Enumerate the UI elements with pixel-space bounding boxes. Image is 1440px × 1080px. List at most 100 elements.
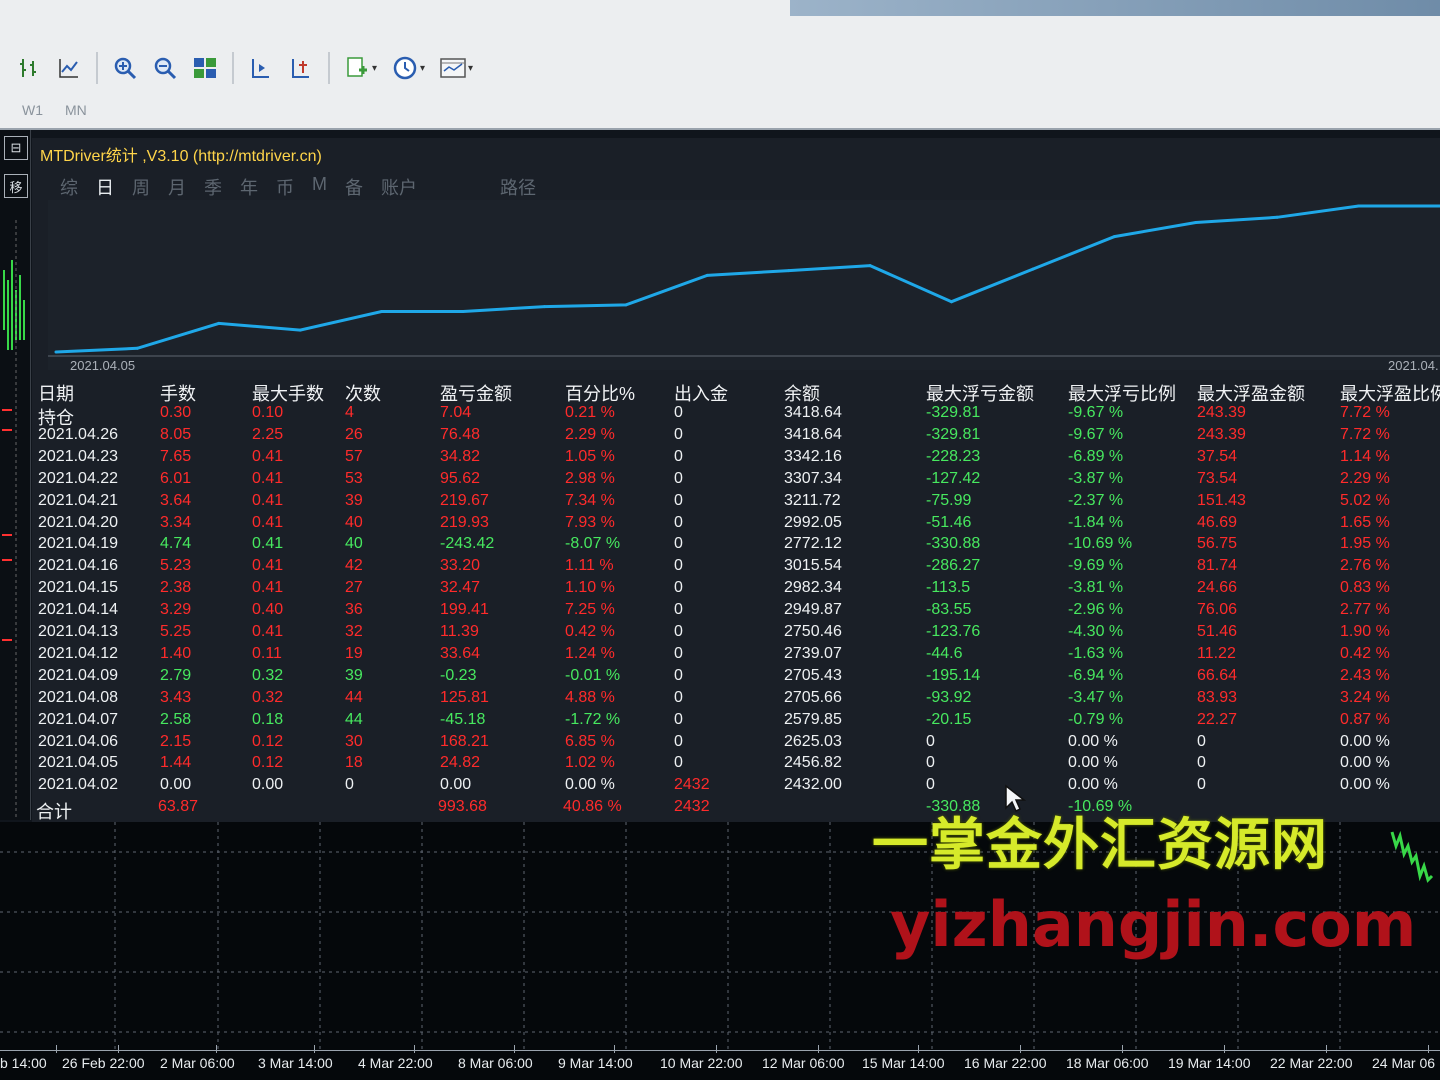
- time-tick-mark: [716, 1045, 717, 1053]
- table-cell: 2772.12: [784, 535, 842, 553]
- time-tick-label: 19 Mar 14:00: [1168, 1055, 1251, 1071]
- table-cell: 2.15: [160, 732, 192, 750]
- equity-point: [787, 269, 791, 273]
- panel-title: MTDriver统计 ,V3.10 (http://mtdriver.cn): [40, 148, 322, 165]
- table-cell: 0.00 %: [1068, 776, 1118, 794]
- table-cell: 2.25: [252, 425, 284, 443]
- table-header-cell: 最大浮盈金额: [1197, 384, 1305, 404]
- table-cell: 30: [345, 732, 363, 750]
- tab-month[interactable]: 月: [166, 174, 188, 200]
- table-cell: -2.96 %: [1068, 601, 1124, 619]
- tab-magic[interactable]: M: [310, 174, 329, 200]
- zoom-out-icon[interactable]: [148, 51, 182, 85]
- zoom-in-icon[interactable]: [108, 51, 142, 85]
- table-cell: 0.41: [252, 447, 284, 465]
- time-tick-mark: [314, 1045, 315, 1053]
- table-cell: 0.32: [252, 688, 284, 706]
- table-cell: 0.21 %: [565, 404, 615, 421]
- table-cell: 168.21: [440, 732, 489, 750]
- total-label: 合计: [36, 802, 72, 823]
- equity-point: [543, 305, 546, 309]
- template-icon[interactable]: [436, 51, 470, 85]
- equity-point: [298, 328, 302, 332]
- table-cell: 2.58: [160, 710, 192, 728]
- left-chart-strip: ⊟ 移: [0, 130, 31, 820]
- line-chart-icon[interactable]: [52, 51, 86, 85]
- table-row-label: 2021.04.22: [38, 469, 119, 487]
- table-cell: -75.99: [926, 491, 972, 509]
- table-cell: 0.00 %: [1340, 754, 1390, 772]
- table-cell: 1.14 %: [1340, 447, 1390, 465]
- table-cell: 2.76 %: [1340, 557, 1390, 575]
- time-tick-label: 4 Mar 22:00: [358, 1055, 433, 1071]
- table-cell: 0.83 %: [1340, 579, 1390, 597]
- table-cell: 4: [345, 404, 354, 421]
- table-cell: 37.54: [1197, 447, 1238, 465]
- tab-backup[interactable]: 备: [343, 174, 365, 200]
- tab-summary[interactable]: 综: [58, 174, 80, 200]
- tab-quarter[interactable]: 季: [202, 174, 224, 200]
- tile-windows-icon[interactable]: [188, 51, 222, 85]
- table-row-label: 2021.04.20: [38, 513, 119, 531]
- table-cell: 3418.64: [784, 404, 842, 421]
- table-cell: 3342.16: [784, 447, 842, 465]
- table-cell: 0: [674, 623, 683, 640]
- tab-account[interactable]: 账户: [379, 174, 419, 200]
- table-cell: -1.63 %: [1068, 644, 1124, 662]
- table-cell: -195.14: [926, 666, 981, 684]
- tab-year[interactable]: 年: [238, 174, 260, 200]
- tab-week[interactable]: 周: [130, 174, 152, 200]
- equity-point: [135, 346, 139, 350]
- watermark-title: 一掌金外汇资源网: [872, 813, 1328, 878]
- time-tick-label: 18 Mar 06:00: [1066, 1055, 1149, 1071]
- table-cell: 4.74: [160, 535, 192, 553]
- time-tick-label: 24 Mar 06: [1372, 1055, 1436, 1071]
- add-indicator-icon[interactable]: [340, 51, 374, 85]
- table-cell: -0.23: [440, 666, 477, 684]
- table-cell: 2456.82: [784, 754, 842, 772]
- time-tick-mark: [414, 1045, 415, 1053]
- time-tick-label: 16 Mar 22:00: [964, 1055, 1047, 1071]
- table-cell: 46.69: [1197, 513, 1238, 531]
- table-cell: 0: [674, 732, 683, 750]
- stats-tabs: 综 日 周 月 季 年 币 M 备 账户: [58, 174, 419, 200]
- table-cell: 0: [674, 535, 683, 553]
- time-tick-mark: [1020, 1045, 1021, 1053]
- table-cell: -228.23: [926, 447, 981, 465]
- table-cell: 7.04: [440, 404, 472, 421]
- table-cell: 243.39: [1197, 404, 1246, 421]
- table-cell: 0.00: [440, 776, 472, 794]
- chevron-down-icon[interactable]: ▾: [372, 63, 382, 74]
- table-cell: -1.72 %: [565, 710, 621, 728]
- time-axis: b 14:00 26 Feb 22:00 2 Mar 06:00 3 Mar 14:0…: [0, 1045, 1440, 1080]
- tab-path[interactable]: 路径: [500, 174, 536, 200]
- table-header-cell: 百分比%: [565, 384, 636, 404]
- toolbar-separator: [232, 52, 234, 84]
- table-cell: 0.12: [252, 732, 284, 750]
- table-cell: -83.55: [926, 601, 972, 619]
- timeframe-bar: W1 MN: [22, 102, 87, 118]
- table-cell: 56.75: [1197, 535, 1238, 553]
- chevron-down-icon[interactable]: ▾: [468, 63, 478, 74]
- tab-currency[interactable]: 币: [274, 174, 296, 200]
- table-cell: 3.34: [160, 513, 192, 531]
- clock-icon[interactable]: [388, 51, 422, 85]
- time-tick-label: 26 Feb 22:00: [62, 1055, 145, 1071]
- bar-chart-icon[interactable]: [12, 51, 46, 85]
- table-cell: -9.67 %: [1068, 425, 1124, 443]
- chart-shift-icon[interactable]: [284, 51, 318, 85]
- timeframe-w1[interactable]: W1: [22, 102, 43, 118]
- table-cell: 219.93: [440, 513, 489, 531]
- equity-chart: 2021.04.05 2021.04.: [48, 200, 1440, 370]
- table-cell: 40: [345, 513, 363, 531]
- table-cell: 32.47: [440, 579, 481, 597]
- timeframe-mn[interactable]: MN: [65, 102, 87, 118]
- table-cell: 39: [345, 491, 363, 509]
- table-row-label: 2021.04.26: [38, 425, 119, 443]
- table-header-cell: 盈亏金额: [440, 384, 512, 404]
- tab-day[interactable]: 日: [94, 174, 116, 200]
- scroll-chart-icon[interactable]: [244, 51, 278, 85]
- table-cell: 0.00: [160, 776, 192, 794]
- chevron-down-icon[interactable]: ▾: [420, 63, 430, 74]
- table-cell: 4.88 %: [565, 688, 615, 706]
